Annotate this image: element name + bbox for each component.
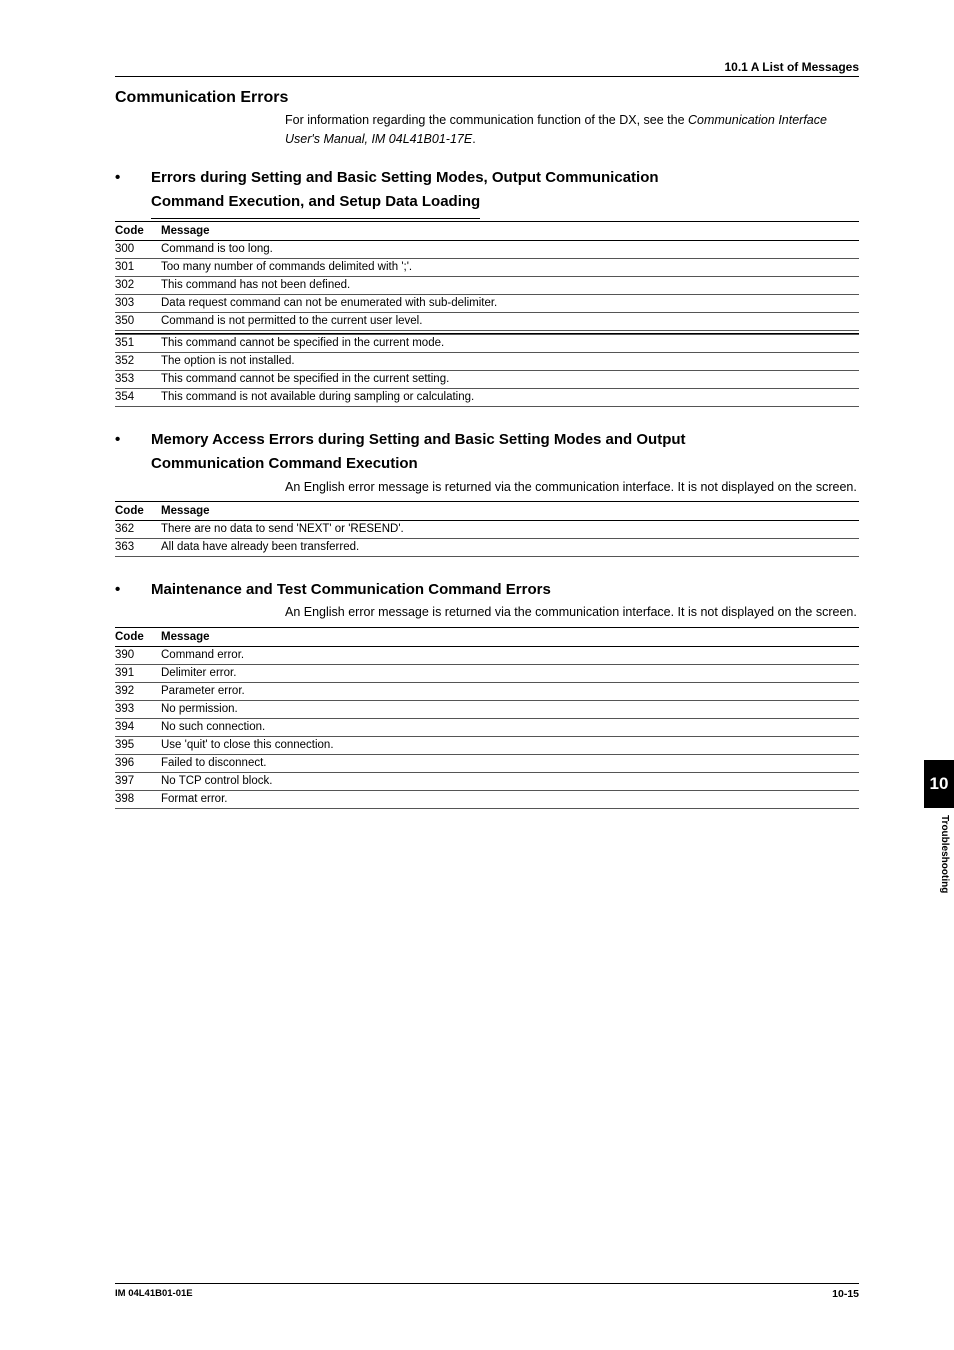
cell-msg: No TCP control block. bbox=[161, 772, 859, 790]
cell-code: 390 bbox=[115, 646, 161, 664]
footer-left: IM 04L41B01-01E bbox=[115, 1288, 193, 1300]
table-row: 363All data have already been transferre… bbox=[115, 538, 859, 556]
table-row: 303Data request command can not be enume… bbox=[115, 294, 859, 312]
cell-msg: This command is not available during sam… bbox=[161, 388, 859, 406]
cell-code: 303 bbox=[115, 294, 161, 312]
cell-msg: This command cannot be specified in the … bbox=[161, 334, 859, 352]
cell-code: 353 bbox=[115, 370, 161, 388]
cell-code: 393 bbox=[115, 700, 161, 718]
footer-right: 10-15 bbox=[832, 1288, 859, 1300]
sub2-table: Code Message 362There are no data to sen… bbox=[115, 501, 859, 557]
cell-code: 394 bbox=[115, 718, 161, 736]
th-msg: Message bbox=[161, 501, 859, 520]
cell-code: 391 bbox=[115, 664, 161, 682]
table-row: 397No TCP control block. bbox=[115, 772, 859, 790]
table-row: 398Format error. bbox=[115, 790, 859, 808]
header-title: 10.1 A List of Messages bbox=[115, 60, 859, 74]
table-row: 362There are no data to send 'NEXT' or '… bbox=[115, 520, 859, 538]
cell-code: 300 bbox=[115, 240, 161, 258]
sub3-note: An English error message is returned via… bbox=[285, 603, 859, 622]
bullet-icon: • bbox=[115, 169, 151, 186]
th-code: Code bbox=[115, 221, 161, 240]
th-code: Code bbox=[115, 627, 161, 646]
cell-msg: There are no data to send 'NEXT' or 'RES… bbox=[161, 520, 859, 538]
table-row: 394No such connection. bbox=[115, 718, 859, 736]
chapter-label: Troubleshooting bbox=[939, 815, 950, 893]
header-rule: 10.1 A List of Messages bbox=[115, 60, 859, 77]
th-code: Code bbox=[115, 501, 161, 520]
cell-msg: Data request command can not be enumerat… bbox=[161, 294, 859, 312]
th-msg: Message bbox=[161, 627, 859, 646]
footer: IM 04L41B01-01E 10-15 bbox=[115, 1283, 859, 1300]
table-row: 393No permission. bbox=[115, 700, 859, 718]
cell-code: 396 bbox=[115, 754, 161, 772]
cell-msg: Format error. bbox=[161, 790, 859, 808]
sub3-line1: Maintenance and Test Communication Comma… bbox=[151, 579, 551, 602]
sub1-table: Code Message 300Command is too long. 301… bbox=[115, 221, 859, 407]
th-msg: Message bbox=[161, 221, 859, 240]
table-row: 300Command is too long. bbox=[115, 240, 859, 258]
table-row: 395Use 'quit' to close this connection. bbox=[115, 736, 859, 754]
sub2-line1: Memory Access Errors during Setting and … bbox=[151, 429, 686, 452]
bullet-icon: • bbox=[115, 581, 151, 598]
cell-code: 363 bbox=[115, 538, 161, 556]
cell-code: 352 bbox=[115, 352, 161, 370]
cell-code: 302 bbox=[115, 276, 161, 294]
sub1-header: • Errors during Setting and Basic Settin… bbox=[115, 167, 859, 219]
bullet-icon: • bbox=[115, 431, 151, 448]
cell-code: 392 bbox=[115, 682, 161, 700]
intro-a: For information regarding the communicat… bbox=[285, 113, 688, 127]
cell-msg: Too many number of commands delimited wi… bbox=[161, 258, 859, 276]
table-row: 354This command is not available during … bbox=[115, 388, 859, 406]
cell-msg: Delimiter error. bbox=[161, 664, 859, 682]
cell-code: 351 bbox=[115, 334, 161, 352]
cell-msg: The option is not installed. bbox=[161, 352, 859, 370]
section-title: Communication Errors bbox=[115, 89, 859, 107]
table-row: 352The option is not installed. bbox=[115, 352, 859, 370]
table-row: 391Delimiter error. bbox=[115, 664, 859, 682]
cell-msg: No such connection. bbox=[161, 718, 859, 736]
cell-code: 395 bbox=[115, 736, 161, 754]
cell-msg: This command cannot be specified in the … bbox=[161, 370, 859, 388]
table-row: 390Command error. bbox=[115, 646, 859, 664]
cell-msg: Failed to disconnect. bbox=[161, 754, 859, 772]
chapter-tab: 10 bbox=[924, 760, 954, 808]
sub3-header: • Maintenance and Test Communication Com… bbox=[115, 579, 859, 602]
cell-msg: All data have already been transferred. bbox=[161, 538, 859, 556]
cell-msg: This command has not been defined. bbox=[161, 276, 859, 294]
table-row: 396Failed to disconnect. bbox=[115, 754, 859, 772]
sub2-line2: Communication Command Execution bbox=[151, 453, 859, 476]
section-intro: For information regarding the communicat… bbox=[285, 111, 859, 149]
cell-code: 350 bbox=[115, 312, 161, 330]
cell-msg: Command error. bbox=[161, 646, 859, 664]
cell-code: 397 bbox=[115, 772, 161, 790]
table-row: 350Command is not permitted to the curre… bbox=[115, 312, 859, 330]
cell-msg: Command is too long. bbox=[161, 240, 859, 258]
intro-c: . bbox=[472, 132, 475, 146]
sub1-line2: Command Execution, and Setup Data Loadin… bbox=[151, 191, 480, 219]
table-row: 302This command has not been defined. bbox=[115, 276, 859, 294]
table-row: 301Too many number of commands delimited… bbox=[115, 258, 859, 276]
chapter-number: 10 bbox=[930, 774, 949, 794]
sub2-note: An English error message is returned via… bbox=[285, 478, 859, 497]
cell-code: 354 bbox=[115, 388, 161, 406]
sub1-line1: Errors during Setting and Basic Setting … bbox=[151, 167, 659, 190]
sub3-table: Code Message 390Command error. 391Delimi… bbox=[115, 627, 859, 809]
table-row: 392Parameter error. bbox=[115, 682, 859, 700]
cell-msg: Command is not permitted to the current … bbox=[161, 312, 859, 330]
cell-msg: Parameter error. bbox=[161, 682, 859, 700]
cell-code: 362 bbox=[115, 520, 161, 538]
cell-code: 398 bbox=[115, 790, 161, 808]
sub2-header: • Memory Access Errors during Setting an… bbox=[115, 429, 859, 476]
cell-msg: No permission. bbox=[161, 700, 859, 718]
cell-code: 301 bbox=[115, 258, 161, 276]
table-row: 351This command cannot be specified in t… bbox=[115, 334, 859, 352]
cell-msg: Use 'quit' to close this connection. bbox=[161, 736, 859, 754]
table-row: 353This command cannot be specified in t… bbox=[115, 370, 859, 388]
